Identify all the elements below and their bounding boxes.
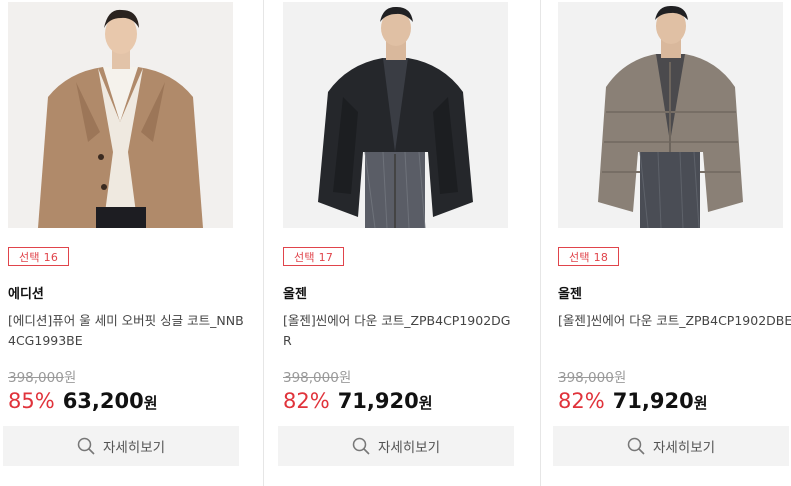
view-details-button[interactable]: 자세히보기 <box>553 426 789 466</box>
selection-badge: 선택 16 <box>8 247 70 266</box>
discount-rate: 85% <box>8 389 55 413</box>
search-icon <box>627 437 645 455</box>
product-name[interactable]: [올젠]씬에어 다운 코트_ZPB4CP1902DBE <box>558 311 791 331</box>
search-icon <box>77 437 95 455</box>
product-image-camel-overcoat[interactable] <box>8 2 233 228</box>
product-card[interactable]: 선택 16 에디션 [에디션]퓨어 울 세미 오버핏 싱글 코트_NNB4CG1… <box>3 0 244 486</box>
original-price-value: 398,000 <box>8 370 64 386</box>
search-icon <box>352 437 370 455</box>
selection-badge: 선택 18 <box>558 247 620 266</box>
price-unit: 원 <box>143 394 158 412</box>
sale-price: 63,200 <box>62 389 144 413</box>
camel-overcoat-photo-icon <box>8 2 233 228</box>
sale-price: 71,920 <box>612 389 694 413</box>
product-card[interactable]: 선택 18 올젠 [올젠]씬에어 다운 코트_ZPB4CP1902DBE 398… <box>553 0 791 486</box>
product-image-black-down-coat[interactable] <box>283 2 508 228</box>
brand-name: 올젠 <box>558 287 582 302</box>
product-image-taupe-down-coat[interactable] <box>558 2 783 228</box>
view-details-label: 자세히보기 <box>652 440 716 456</box>
sale-price-row: 82% 71,920원 <box>283 389 433 413</box>
original-price: 398,000원 <box>558 366 626 386</box>
product-name[interactable]: [올젠]씬에어 다운 코트_ZPB4CP1902DGR <box>283 311 519 351</box>
product-card[interactable]: 선택 17 올젠 [올젠]씬에어 다운 코트_ZPB4CP1902DGR 398… <box>278 0 519 486</box>
original-price-unit: 원 <box>613 370 627 386</box>
brand-name: 에디션 <box>8 287 44 302</box>
black-down-coat-photo-icon <box>283 2 508 228</box>
original-price: 398,000원 <box>8 366 76 386</box>
product-name[interactable]: [에디션]퓨어 울 세미 오버핏 싱글 코트_NNB4CG1993BE <box>8 311 244 351</box>
sale-price: 71,920 <box>337 389 419 413</box>
taupe-down-coat-photo-icon <box>558 2 783 228</box>
price-unit: 원 <box>418 394 433 412</box>
original-price-unit: 원 <box>63 370 77 386</box>
discount-rate: 82% <box>558 389 605 413</box>
original-price-value: 398,000 <box>558 370 614 386</box>
original-price-unit: 원 <box>338 370 352 386</box>
original-price: 398,000원 <box>283 366 351 386</box>
view-details-label: 자세히보기 <box>377 440 441 456</box>
view-details-button[interactable]: 자세히보기 <box>278 426 514 466</box>
sale-price-row: 82% 71,920원 <box>558 389 708 413</box>
original-price-value: 398,000 <box>283 370 339 386</box>
column-divider <box>540 0 541 486</box>
column-divider <box>263 0 264 486</box>
price-unit: 원 <box>693 394 708 412</box>
view-details-button[interactable]: 자세히보기 <box>3 426 239 466</box>
selection-badge: 선택 17 <box>283 247 345 266</box>
view-details-label: 자세히보기 <box>102 440 166 456</box>
discount-rate: 82% <box>283 389 330 413</box>
brand-name: 올젠 <box>283 287 307 302</box>
sale-price-row: 85% 63,200원 <box>8 389 158 413</box>
